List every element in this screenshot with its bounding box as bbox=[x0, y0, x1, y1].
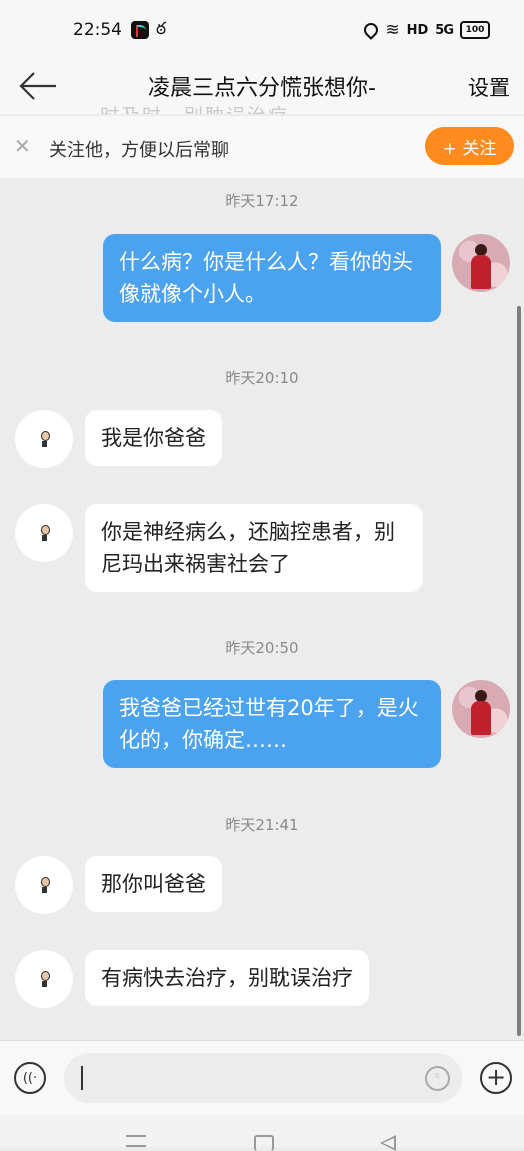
menu-nav-icon[interactable] bbox=[126, 1135, 146, 1147]
avatar[interactable] bbox=[15, 410, 73, 468]
follow-bar: ✕ 关注他，方便以后常聊 + 关注 bbox=[0, 116, 524, 178]
plus-icon[interactable]: + bbox=[480, 1062, 512, 1094]
avatar[interactable] bbox=[452, 234, 510, 292]
input-bar: ((· ᵕ̈ + bbox=[0, 1040, 524, 1116]
avatar[interactable] bbox=[15, 856, 73, 914]
voice-icon[interactable]: ((· bbox=[14, 1062, 46, 1094]
location-icon bbox=[361, 20, 382, 40]
avatar[interactable] bbox=[15, 950, 73, 1008]
system-nav-bar bbox=[0, 1115, 524, 1151]
close-icon[interactable]: ✕ bbox=[14, 136, 31, 156]
weibo-notification-icon: ఠ bbox=[156, 19, 167, 39]
avatar[interactable] bbox=[452, 680, 510, 738]
home-nav-icon[interactable] bbox=[254, 1135, 274, 1151]
signal-icon: 5G bbox=[435, 22, 454, 38]
battery-icon: 100 bbox=[460, 21, 490, 39]
text-caret bbox=[81, 1066, 83, 1090]
message-bubble-received[interactable]: 我是你爸爸 bbox=[85, 410, 222, 466]
status-indicators: ≋ HD 5G 100 bbox=[361, 19, 490, 40]
chat-header: 时及时，别耽误治疗 凌晨三点六分慌张想你- 设置 bbox=[0, 58, 524, 114]
message-bubble-received[interactable]: 有病快去治疗，别耽误治疗 bbox=[85, 950, 369, 1006]
status-time: 22:54 bbox=[73, 20, 122, 40]
back-nav-icon[interactable] bbox=[380, 1135, 396, 1151]
timestamp: 昨天20:10 bbox=[225, 369, 299, 387]
settings-button[interactable]: 设置 bbox=[468, 72, 510, 102]
message-bubble-sent[interactable]: 我爸爸已经过世有20年了，是火化的，你确定…… bbox=[103, 680, 441, 768]
scrollbar[interactable] bbox=[517, 306, 521, 1036]
hd-label: HD bbox=[406, 22, 429, 38]
chat-title: 凌晨三点六分慌张想你- bbox=[148, 76, 376, 101]
follow-prompt: 关注他，方便以后常聊 bbox=[49, 140, 229, 161]
header-ghost-text: 时及时，别耽误治疗 bbox=[100, 101, 289, 114]
emoji-icon[interactable]: ᵕ̈ bbox=[425, 1066, 450, 1091]
avatar[interactable] bbox=[15, 504, 73, 562]
tiktok-notification-icon bbox=[131, 21, 149, 39]
wifi-icon: ≋ bbox=[385, 19, 400, 40]
follow-button[interactable]: + 关注 bbox=[425, 127, 514, 165]
message-bubble-received[interactable]: 你是神经病么，还脑控患者，别尼玛出来祸害社会了 bbox=[85, 504, 423, 592]
status-bar: 22:54 ఠ ≋ HD 5G 100 bbox=[0, 0, 524, 58]
message-bubble-received[interactable]: 那你叫爸爸 bbox=[85, 856, 222, 912]
message-input[interactable] bbox=[64, 1053, 462, 1103]
timestamp: 昨天17:12 bbox=[225, 192, 299, 210]
timestamp: 昨天21:41 bbox=[225, 816, 299, 834]
message-bubble-sent[interactable]: 什么病？你是什么人？看你的头像就像个小人。 bbox=[103, 234, 441, 322]
timestamp: 昨天20:50 bbox=[225, 639, 299, 657]
back-arrow-icon[interactable] bbox=[18, 66, 58, 106]
